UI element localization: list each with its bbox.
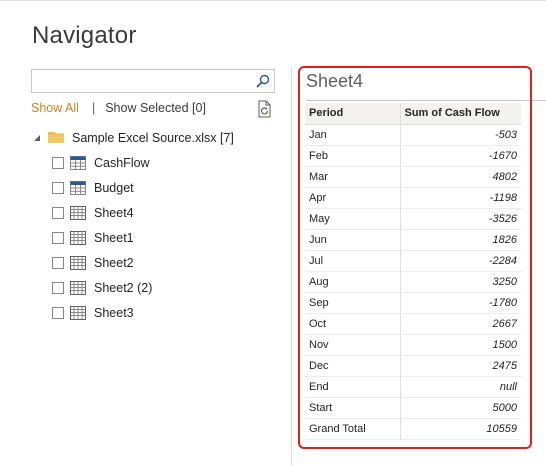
preview-title-rule: [306, 100, 546, 101]
value-cell: -2284: [400, 250, 521, 272]
period-cell: Jul: [305, 250, 401, 272]
table-row: Feb -1670: [305, 145, 521, 167]
tree-item-sheet4[interactable]: Sheet4: [52, 203, 134, 223]
show-all-link[interactable]: Show All: [31, 101, 79, 115]
tree-item-sheet2-2[interactable]: Sheet2 (2): [52, 278, 152, 298]
search-button[interactable]: [252, 70, 274, 92]
value-cell: 4802: [400, 166, 521, 188]
checkbox[interactable]: [52, 182, 64, 194]
column-header-period[interactable]: Period: [305, 103, 401, 125]
column-header-sum-of-cash-flow[interactable]: Sum of Cash Flow: [400, 103, 521, 125]
sheet-icon: [70, 256, 86, 270]
checkbox[interactable]: [52, 307, 64, 319]
value-cell: 10559: [400, 418, 521, 440]
table-row: Jun 1826: [305, 229, 521, 251]
search-box[interactable]: [31, 69, 275, 93]
tree-item-label: Sheet2: [94, 256, 134, 270]
checkbox[interactable]: [52, 207, 64, 219]
value-cell: 1500: [400, 334, 521, 356]
period-cell: Start: [305, 397, 401, 419]
table-row: Aug 3250: [305, 271, 521, 293]
checkbox[interactable]: [52, 282, 64, 294]
checkbox[interactable]: [52, 257, 64, 269]
preview-table: Period Sum of Cash Flow Jan -503 Feb -1670…: [305, 103, 521, 440]
table-row: Sep -1780: [305, 292, 521, 314]
checkbox[interactable]: [52, 232, 64, 244]
table-row: End null: [305, 376, 521, 398]
table-header-row: Period Sum of Cash Flow: [305, 103, 521, 125]
folder-icon: [48, 130, 64, 146]
period-cell: Jun: [305, 229, 401, 251]
table-row: Oct 2667: [305, 313, 521, 335]
tree-item-label: CashFlow: [94, 156, 150, 170]
table-row: Mar 4802: [305, 166, 521, 188]
tree-root-workbook[interactable]: Sample Excel Source.xlsx [7]: [30, 128, 234, 148]
filter-bar: Show All | Show Selected [0]: [31, 101, 206, 115]
table-icon: [70, 181, 86, 195]
search-icon: [256, 74, 270, 88]
value-cell: 1826: [400, 229, 521, 251]
preview-title: Sheet4: [306, 71, 364, 91]
period-cell: Dec: [305, 355, 401, 377]
table-row: Apr -1198: [305, 187, 521, 209]
period-cell: Aug: [305, 271, 401, 293]
period-cell: Oct: [305, 313, 401, 335]
period-cell: Jan: [305, 124, 401, 146]
tree-item-budget[interactable]: Budget: [52, 178, 134, 198]
table-row: Start 5000: [305, 397, 521, 419]
value-cell: 5000: [400, 397, 521, 419]
tree-item-label: Budget: [94, 181, 134, 195]
table-row: Nov 1500: [305, 334, 521, 356]
sheet-icon: [70, 281, 86, 295]
value-cell: 3250: [400, 271, 521, 293]
sheet-icon: [70, 206, 86, 220]
period-cell: Grand Total: [305, 418, 401, 440]
period-cell: Nov: [305, 334, 401, 356]
value-cell: -1780: [400, 292, 521, 314]
table-row: Jul -2284: [305, 250, 521, 272]
pane-divider[interactable]: [291, 66, 292, 466]
refresh-document-icon: [258, 100, 271, 118]
top-border: [0, 0, 546, 1]
value-cell: null: [400, 376, 521, 398]
period-cell: End: [305, 376, 401, 398]
sheet-icon: [70, 306, 86, 320]
tree-item-sheet1[interactable]: Sheet1: [52, 228, 134, 248]
table-row: Jan -503: [305, 124, 521, 146]
tree-root-label: Sample Excel Source.xlsx [7]: [72, 131, 234, 145]
period-cell: Sep: [305, 292, 401, 314]
period-cell: Feb: [305, 145, 401, 167]
table-icon: [70, 156, 86, 170]
tree-item-label: Sheet3: [94, 306, 134, 320]
window-title: Navigator: [32, 22, 137, 49]
collapse-caret-icon[interactable]: [33, 133, 43, 143]
tree-item-label: Sheet4: [94, 206, 134, 220]
value-cell: -1670: [400, 145, 521, 167]
value-cell: -3526: [400, 208, 521, 230]
period-cell: May: [305, 208, 401, 230]
tree-item-label: Sheet2 (2): [94, 281, 153, 295]
value-cell: 2667: [400, 313, 521, 335]
tree-item-label: Sheet1: [94, 231, 134, 245]
table-row: Grand Total 10559: [305, 418, 521, 440]
tree-item-cashflow[interactable]: CashFlow: [52, 153, 150, 173]
tree-item-sheet3[interactable]: Sheet3: [52, 303, 134, 323]
refresh-button[interactable]: [257, 100, 273, 118]
value-cell: 2475: [400, 355, 521, 377]
tree-item-sheet2[interactable]: Sheet2: [52, 253, 134, 273]
sheet-icon: [70, 231, 86, 245]
value-cell: -503: [400, 124, 521, 146]
show-selected-link[interactable]: Show Selected [0]: [105, 101, 206, 115]
table-row: May -3526: [305, 208, 521, 230]
filter-separator: |: [91, 101, 96, 115]
search-input[interactable]: [32, 70, 252, 92]
period-cell: Apr: [305, 187, 401, 209]
period-cell: Mar: [305, 166, 401, 188]
checkbox[interactable]: [52, 157, 64, 169]
table-row: Dec 2475: [305, 355, 521, 377]
value-cell: -1198: [400, 187, 521, 209]
